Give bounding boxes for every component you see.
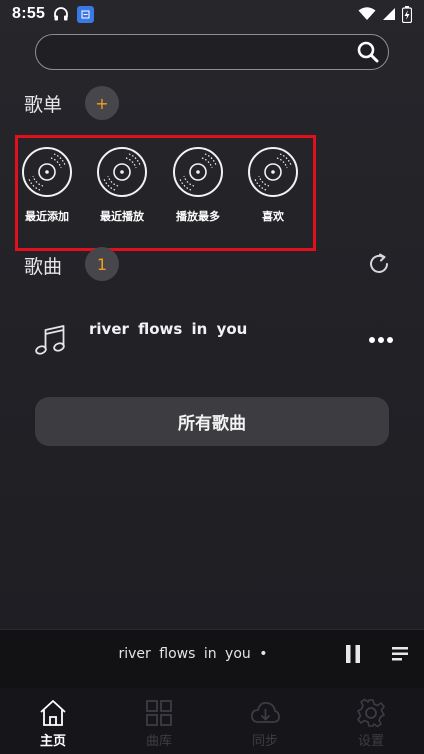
pause-icon[interactable] [343,643,363,665]
vinyl-disc-icon [248,147,298,197]
playlists-title: 歌单 [24,94,63,116]
battery-icon [402,5,412,23]
vinyl-disc-icon [97,147,147,197]
playlist-item-recently-added[interactable]: 最近添加 [15,146,79,230]
nav-item-library[interactable]: 曲库 [106,688,212,754]
playlist-label: 最近播放 [100,210,144,223]
song-count-badge: 1 [85,247,119,281]
playlist-item-favorites[interactable]: 喜欢 [241,146,305,230]
more-options-icon[interactable] [368,336,394,344]
nav-label: 同步 [251,734,278,749]
wifi-icon [358,7,376,20]
all-songs-button[interactable]: 所有歌曲 [35,397,389,446]
playlist-item-most-played[interactable]: 播放最多 [166,146,230,230]
signal-icon [383,8,395,20]
playlist-label: 最近添加 [25,210,69,223]
song-list-item[interactable]: river flows in you [0,310,424,370]
app-notification-icon [77,5,95,23]
search-icon[interactable] [356,40,380,64]
songs-title: 歌曲 [24,256,63,278]
nav-label: 设置 [357,734,384,749]
grid-icon [146,700,172,726]
add-playlist-button[interactable]: + [85,86,119,120]
search-bar [35,34,389,70]
music-note-icon [35,325,65,355]
nav-item-home[interactable]: 主页 [0,688,106,754]
bottom-nav: 主页 曲库 同步 设置 [0,688,424,754]
mini-player[interactable]: river flows in you • [0,629,424,688]
search-input[interactable] [50,41,350,63]
now-playing-title: river flows in you • [118,646,268,662]
status-bar: 8:55 [0,0,424,28]
playlist-label: 喜欢 [262,210,284,223]
refresh-icon[interactable] [368,253,390,275]
status-time: 8:55 [12,5,46,22]
nav-item-sync[interactable]: 同步 [212,688,318,754]
nav-label: 主页 [39,734,66,749]
vinyl-disc-icon [22,147,72,197]
home-icon [40,700,66,726]
song-title: river flows in you [89,320,248,338]
vinyl-disc-icon [173,147,223,197]
cloud-download-icon [251,701,280,723]
playlist-label: 播放最多 [176,210,220,223]
playlist-item-recently-played[interactable]: 最近播放 [90,146,154,230]
gear-icon [357,698,385,728]
playlist-queue-icon[interactable] [390,645,410,663]
nav-item-settings[interactable]: 设置 [318,688,424,754]
headphones-icon [54,7,69,21]
nav-label: 曲库 [145,734,172,749]
